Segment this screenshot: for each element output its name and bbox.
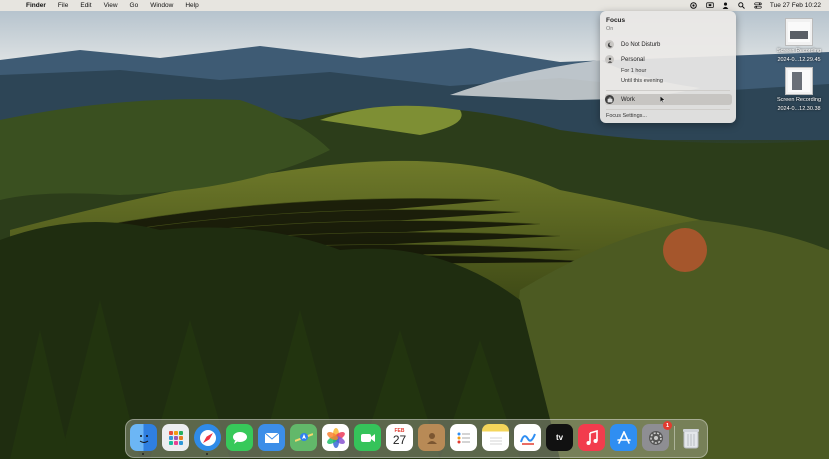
tv-icon[interactable]: tv <box>546 424 573 451</box>
desktop-file-screen-recording-2[interactable]: Screen Recording 2024-0...12.30.38 <box>772 67 826 112</box>
desktop-file-date: 2024-0...12.30.38 <box>777 105 821 112</box>
menu-edit[interactable]: Edit <box>74 2 97 9</box>
tv-label: tv <box>556 433 563 442</box>
video-thumbnail-icon <box>785 18 813 46</box>
settings-icon[interactable]: 1 <box>642 421 672 451</box>
desktop-file-name: Screen Recording <box>776 48 822 54</box>
menu-window[interactable]: Window <box>144 2 179 9</box>
focus-duration-until-evening[interactable]: Until this evening <box>621 78 663 84</box>
finder-icon[interactable] <box>130 424 157 451</box>
focus-option-personal[interactable]: Personal <box>605 54 732 65</box>
calendar-day: 27 <box>392 433 407 447</box>
tv-text: tv <box>555 433 564 442</box>
moon-icon <box>605 40 614 49</box>
screen-mirroring-icon[interactable] <box>706 2 714 9</box>
contacts-icon[interactable] <box>418 424 445 451</box>
focus-icon[interactable] <box>690 2 697 9</box>
notes-icon[interactable] <box>482 424 509 451</box>
menu-bar: Finder File Edit View Go Window Help Tue… <box>0 0 829 11</box>
focus-option-work[interactable]: Work <box>605 94 732 105</box>
photos-icon[interactable] <box>322 424 349 451</box>
desktop-file-name: Screen Recording <box>776 97 822 103</box>
focus-option-label: Work <box>621 96 635 103</box>
menu-file[interactable]: File <box>52 2 74 9</box>
desktop-file-screen-recording-1[interactable]: Screen Recording 2024-0...12.29.45 <box>772 18 826 63</box>
freeform-icon[interactable] <box>514 424 541 451</box>
reminders-icon[interactable] <box>450 424 477 451</box>
dock: FEB 27 tv 1 <box>125 419 708 458</box>
focus-divider <box>606 109 730 110</box>
dock-divider <box>674 426 675 450</box>
focus-option-do-not-disturb[interactable]: Do Not Disturb <box>605 39 732 50</box>
music-icon[interactable] <box>578 424 605 451</box>
search-icon[interactable] <box>738 2 745 9</box>
menu-view[interactable]: View <box>98 2 124 9</box>
maps-icon[interactable] <box>290 424 317 451</box>
launchpad-icon[interactable] <box>162 424 189 451</box>
trash-icon[interactable] <box>677 424 704 451</box>
running-indicator <box>206 453 208 455</box>
user-icon[interactable] <box>722 2 729 9</box>
focus-panel: Focus On Do Not Disturb Personal For 1 h… <box>600 11 736 123</box>
menu-finder[interactable]: Finder <box>20 2 52 9</box>
notification-badge: 1 <box>663 421 672 430</box>
briefcase-icon <box>605 95 614 104</box>
control-center-icon[interactable] <box>754 2 762 9</box>
messages-icon[interactable] <box>226 424 253 451</box>
menu-clock[interactable]: Tue 27 Feb 10:22 <box>770 2 821 9</box>
focus-title: Focus <box>606 17 626 24</box>
calendar-icon[interactable]: FEB 27 <box>386 424 413 451</box>
mail-icon[interactable] <box>258 424 285 451</box>
person-icon <box>605 55 614 64</box>
focus-status: On <box>606 26 614 32</box>
menu-go[interactable]: Go <box>124 2 145 9</box>
safari-icon[interactable] <box>194 424 221 451</box>
video-thumbnail-icon <box>785 67 813 95</box>
running-indicator <box>142 453 144 455</box>
desktop-file-date: 2024-0...12.29.45 <box>777 56 821 63</box>
facetime-icon[interactable] <box>354 424 381 451</box>
focus-duration-1-hour[interactable]: For 1 hour <box>621 68 646 74</box>
menu-help[interactable]: Help <box>179 2 204 9</box>
mouse-cursor-icon <box>659 95 666 105</box>
focus-option-label: Do Not Disturb <box>621 41 661 48</box>
focus-divider <box>606 90 730 91</box>
appstore-icon[interactable] <box>610 424 637 451</box>
focus-option-label: Personal <box>621 56 645 63</box>
focus-settings-link[interactable]: Focus Settings... <box>606 113 647 119</box>
